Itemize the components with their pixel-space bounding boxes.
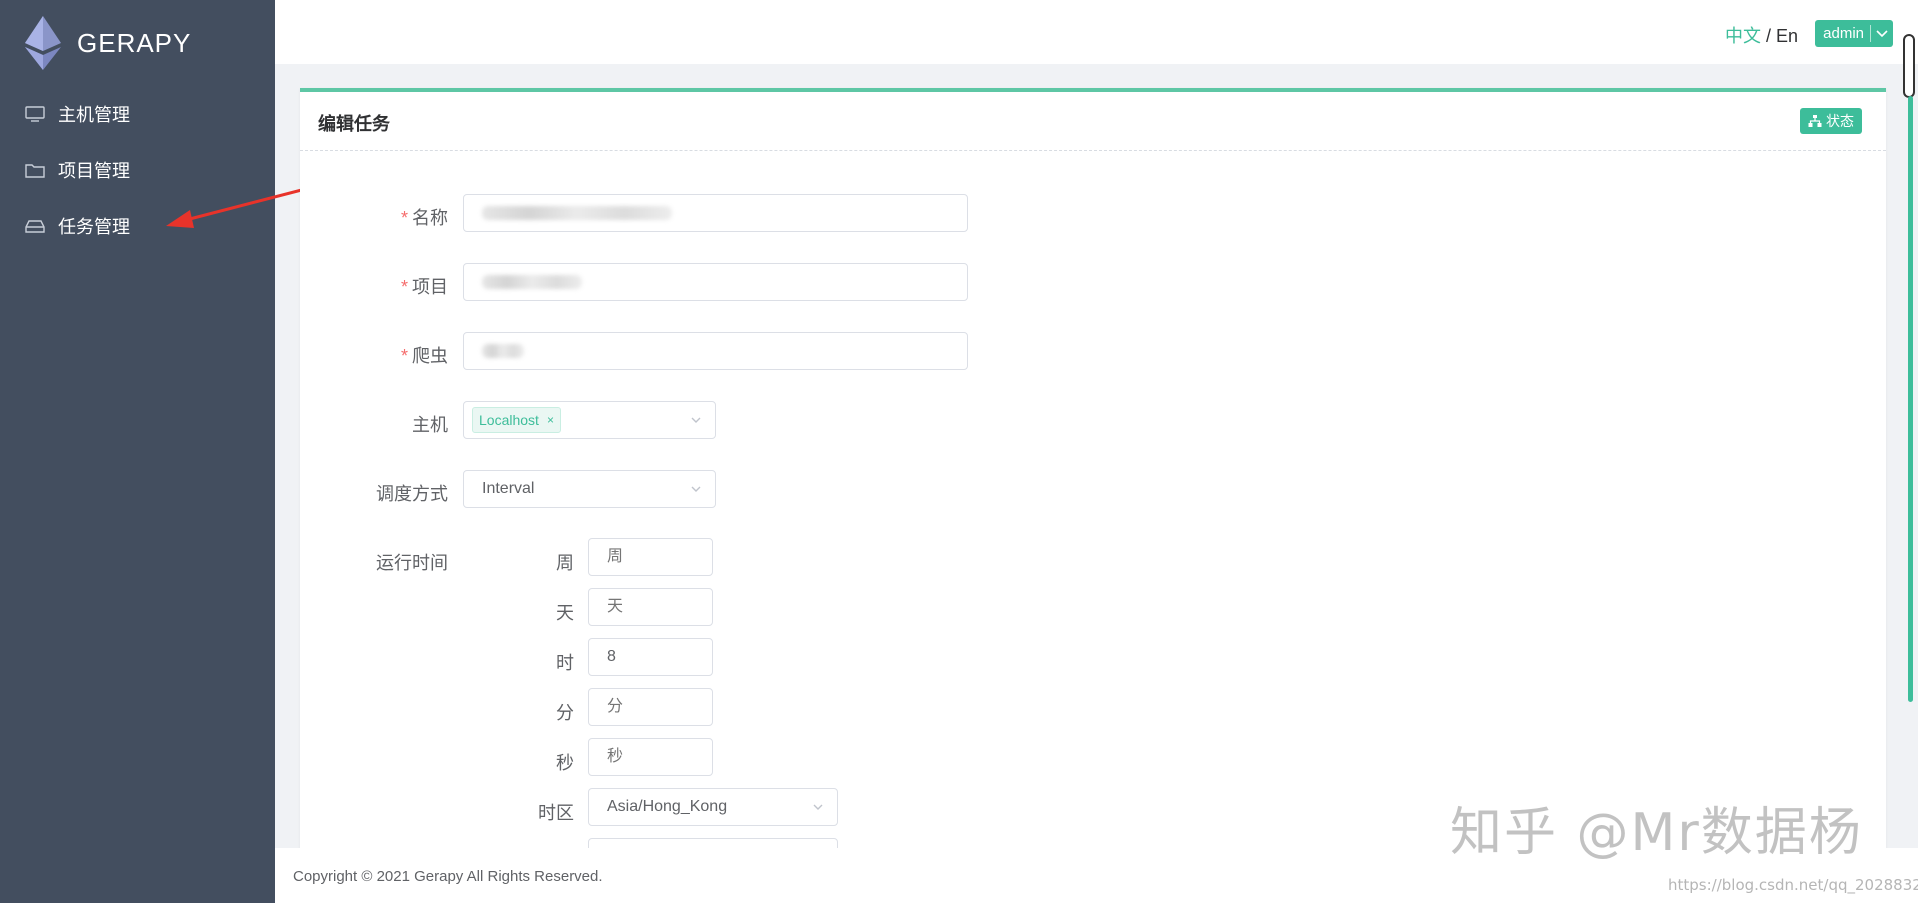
- monitor-icon: [24, 105, 46, 123]
- scrollbar-thumb[interactable]: [1903, 34, 1915, 98]
- chevron-down-icon: [691, 417, 701, 423]
- lang-zh-link[interactable]: 中文: [1725, 26, 1761, 46]
- page-title: 编辑任务: [318, 114, 390, 134]
- sidebar-item-label: 主机管理: [58, 105, 130, 125]
- spider-input[interactable]: [463, 332, 968, 370]
- runtime-label: 运行时间: [376, 553, 448, 573]
- weeks-label: 周: [556, 553, 574, 573]
- redacted-value: [482, 206, 672, 220]
- hours-input[interactable]: [588, 638, 713, 676]
- hours-label: 时: [556, 653, 574, 673]
- close-icon[interactable]: ×: [547, 413, 554, 427]
- host-label: 主机: [412, 415, 448, 435]
- user-dropdown-button[interactable]: admin: [1815, 20, 1893, 47]
- seconds-input[interactable]: [588, 738, 713, 776]
- brand-name: GERAPY: [77, 27, 192, 58]
- copyright-text: Copyright © 2021 Gerapy All Rights Reser…: [293, 868, 603, 885]
- host-tag-label: Localhost: [479, 412, 539, 428]
- days-label: 天: [556, 603, 574, 623]
- lang-separator: /: [1760, 26, 1776, 46]
- host-select[interactable]: Localhost ×: [463, 401, 716, 439]
- timezone-value: Asia/Hong_Kong: [607, 798, 728, 815]
- chevron-down-icon: [1871, 29, 1893, 38]
- project-label: * 项目: [400, 277, 448, 297]
- timezone-select[interactable]: Asia/Hong_Kong: [588, 788, 838, 826]
- status-button-label: 状态: [1826, 113, 1854, 129]
- sidebar-item-label: 项目管理: [58, 161, 130, 181]
- language-switch: 中文 / En: [1725, 22, 1798, 48]
- folder-icon: [24, 161, 46, 179]
- top-bar: 中文 / En admin: [275, 0, 1918, 64]
- redacted-value: [482, 344, 524, 358]
- user-name: admin: [1815, 25, 1871, 42]
- watermark-url: https://blog.csdn.net/qq_20288327: [1668, 876, 1918, 894]
- name-label: * 名称: [400, 208, 448, 228]
- minutes-label: 分: [556, 703, 574, 723]
- weeks-input[interactable]: [588, 538, 713, 576]
- ethereum-logo-icon: [25, 16, 61, 70]
- spider-label: * 爬虫: [400, 346, 448, 366]
- schedule-select[interactable]: Interval: [463, 470, 716, 508]
- brand[interactable]: GERAPY: [25, 16, 191, 70]
- chevron-down-icon: [813, 804, 823, 810]
- name-input[interactable]: [463, 194, 968, 232]
- status-button[interactable]: 状态: [1800, 108, 1862, 134]
- scrollbar-rail: [1908, 96, 1913, 702]
- chevron-down-icon: [691, 486, 701, 492]
- host-tag: Localhost ×: [472, 407, 561, 433]
- timezone-label: 时区: [538, 803, 574, 823]
- sitemap-icon: [1808, 115, 1822, 127]
- sidebar-item-label: 任务管理: [58, 217, 130, 237]
- inbox-icon: [24, 217, 46, 235]
- schedule-label: 调度方式: [376, 484, 448, 504]
- card-header: 编辑任务 状态: [300, 92, 1886, 151]
- seconds-label: 秒: [556, 753, 574, 773]
- edit-task-card: 编辑任务 状态 * 名称 * 项目 * 爬虫 主机 Localhost × 调度方式 …: [300, 88, 1886, 852]
- sidebar: GERAPY 主机管理 项目管理 任务管理: [0, 0, 275, 903]
- sidebar-item-hosts[interactable]: 主机管理: [0, 86, 275, 142]
- minutes-input[interactable]: [588, 688, 713, 726]
- redacted-value: [482, 275, 582, 289]
- watermark-text: 知乎 @Mr数据杨: [1450, 803, 1863, 863]
- days-input[interactable]: [588, 588, 713, 626]
- lang-en-link[interactable]: En: [1776, 26, 1798, 46]
- project-input[interactable]: [463, 263, 968, 301]
- schedule-value: Interval: [482, 480, 535, 497]
